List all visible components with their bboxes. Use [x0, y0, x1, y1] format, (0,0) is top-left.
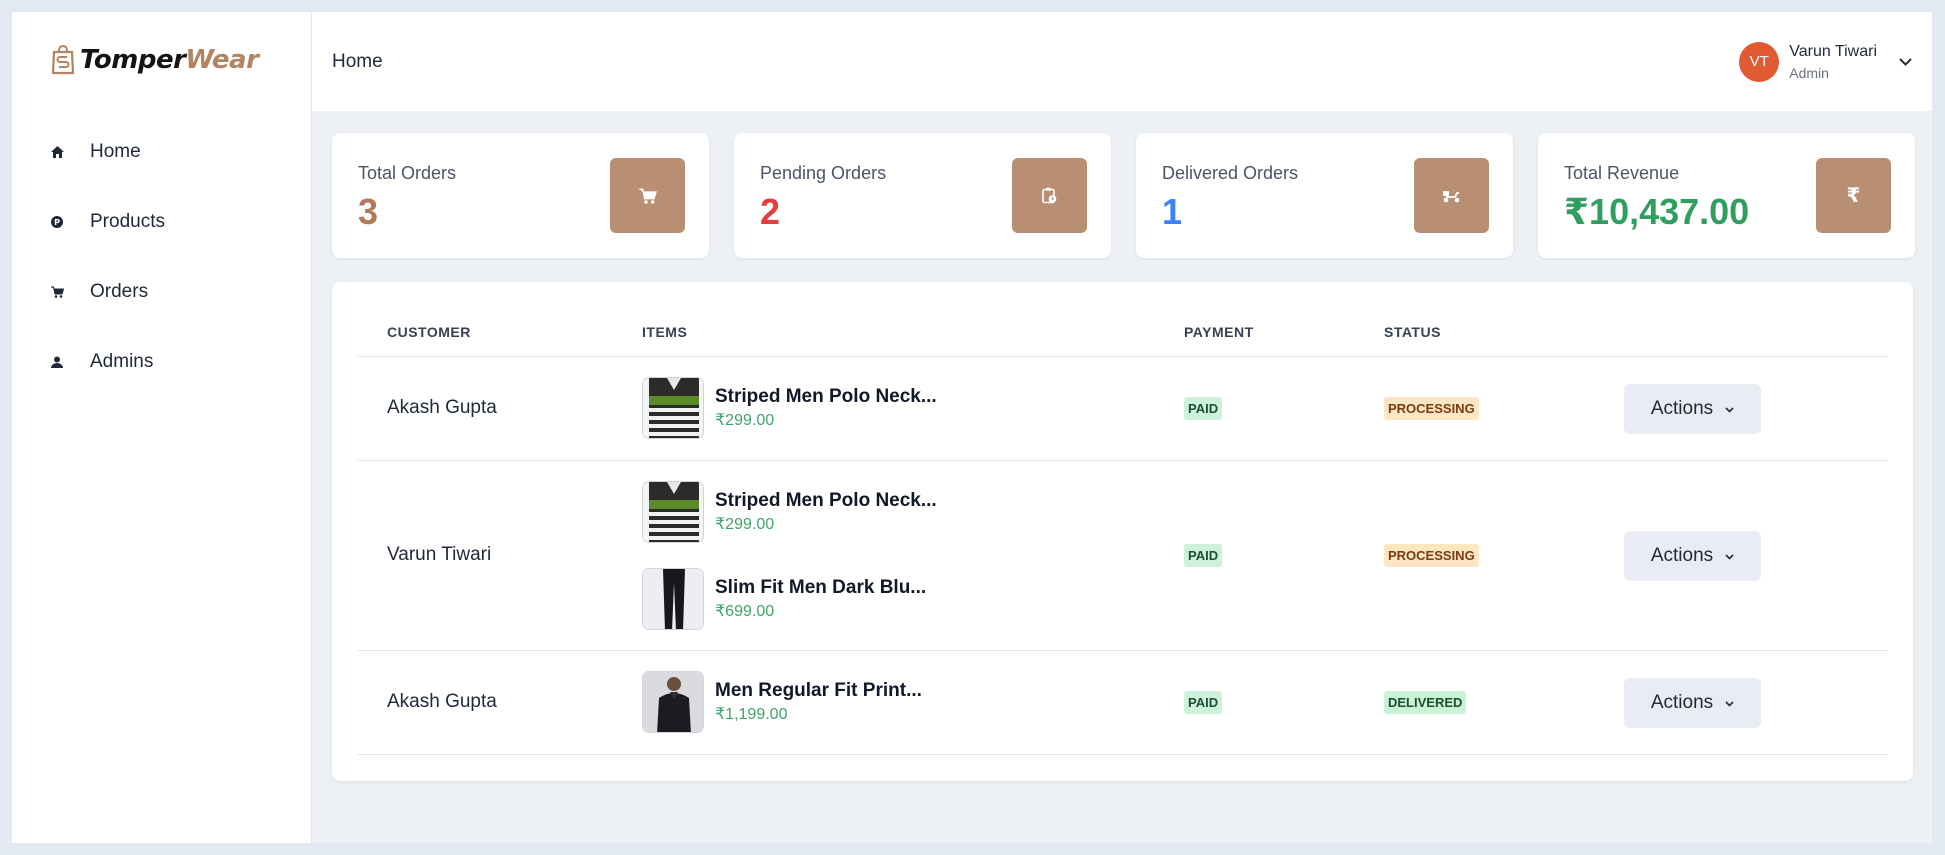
item-name: Men Regular Fit Print... — [715, 680, 922, 701]
customer-name: Akash Gupta — [387, 691, 497, 712]
sidebar-item-admins[interactable]: Admins — [50, 327, 165, 397]
striped-polo-thumbnail — [642, 481, 704, 543]
actions-button[interactable]: Actions — [1624, 531, 1761, 581]
orders-table: CUSTOMER ITEMS PAYMENT STATUS Akash Gupt… — [332, 282, 1913, 781]
order-status-text: PROCESSING — [1384, 397, 1479, 420]
breadcrumb: Home — [332, 50, 383, 72]
brand-name: TomperWear — [80, 45, 259, 75]
user-menu[interactable]: VT Varun Tiwari Admin — [1739, 41, 1912, 83]
stat-title: Pending Orders — [760, 163, 887, 183]
stat-card-total-orders: Total Orders 3 — [332, 133, 709, 258]
stat-value: 1 — [1162, 191, 1183, 232]
payment-status-text: PAID — [1184, 397, 1223, 420]
item-price: ₹299.00 — [715, 412, 775, 429]
sidebar-item-label: Products — [90, 211, 165, 232]
payment-badge: PAID — [1184, 544, 1223, 567]
item-price: ₹699.00 — [715, 603, 775, 620]
stat-title: Delivered Orders — [1162, 163, 1299, 183]
table-row: Varun Tiwari Striped Men Polo Neck... ₹2… — [357, 461, 1888, 651]
order-item[interactable]: Striped Men Polo Neck... ₹299.00 — [642, 377, 937, 439]
table-row: Akash Gupta Striped Men Polo Neck... ₹29… — [357, 357, 1888, 461]
chevron-down-icon — [1725, 549, 1734, 563]
svg-text:P: P — [54, 218, 60, 227]
user-info: Varun Tiwari Admin — [1789, 41, 1877, 83]
striped-polo-thumbnail — [642, 377, 704, 439]
item-price: ₹299.00 — [715, 516, 775, 533]
order-item[interactable]: Slim Fit Men Dark Blu... ₹699.00 — [642, 568, 926, 630]
user-icon — [50, 355, 64, 369]
order-status-text: PROCESSING — [1384, 544, 1479, 567]
actions-button[interactable]: Actions — [1624, 384, 1761, 434]
products-icon: P — [50, 215, 64, 229]
column-header-status: STATUS — [1384, 324, 1441, 340]
topbar: Home VT Varun Tiwari Admin — [312, 12, 1932, 111]
column-header-customer: CUSTOMER — [387, 324, 471, 340]
home-icon — [50, 145, 64, 159]
clipboard-clock-icon — [1012, 158, 1087, 233]
user-role: Admin — [1789, 64, 1829, 81]
black-shirt-thumbnail — [642, 671, 704, 733]
sidebar: TomperWear Home P Products Orders Admins — [12, 12, 312, 843]
item-name: Striped Men Polo Neck... — [715, 386, 937, 407]
avatar: VT — [1739, 41, 1780, 82]
order-item[interactable]: Striped Men Polo Neck... ₹299.00 — [642, 481, 937, 543]
shopping-bag-logo-icon — [51, 45, 75, 75]
chevron-down-icon — [1725, 402, 1734, 416]
actions-label: Actions — [1650, 545, 1714, 566]
cart-icon — [610, 158, 685, 233]
column-header-items: ITEMS — [642, 324, 688, 340]
table-row: Akash Gupta Men Regular Fit Print... ₹1,… — [357, 651, 1888, 755]
item-name: Striped Men Polo Neck... — [715, 490, 937, 511]
chevron-down-icon[interactable] — [1899, 57, 1912, 66]
sidebar-item-home[interactable]: Home — [50, 117, 165, 187]
chevron-down-icon — [1725, 696, 1734, 710]
status-badge: DELIVERED — [1384, 691, 1467, 714]
sidebar-item-label: Home — [90, 141, 141, 162]
stat-card-pending-orders: Pending Orders 2 — [734, 133, 1111, 258]
cart-icon — [50, 285, 64, 299]
sidebar-item-label: Orders — [90, 281, 149, 302]
actions-button[interactable]: Actions — [1624, 678, 1761, 728]
delivery-scooter-icon — [1414, 158, 1489, 233]
actions-label: Actions — [1650, 692, 1714, 713]
status-badge: PROCESSING — [1384, 544, 1479, 567]
table-header: CUSTOMER ITEMS PAYMENT STATUS — [357, 282, 1888, 357]
customer-name: Varun Tiwari — [387, 544, 492, 565]
customer-name: Akash Gupta — [387, 397, 497, 418]
item-price: ₹1,199.00 — [715, 706, 788, 723]
stat-title: Total Revenue — [1564, 163, 1680, 183]
stat-card-total-revenue: Total Revenue ₹10,437.00 ₹ — [1538, 133, 1915, 258]
sidebar-item-label: Admins — [90, 351, 154, 372]
status-badge: PROCESSING — [1384, 397, 1479, 420]
dark-jeans-thumbnail — [642, 568, 704, 630]
order-status-text: DELIVERED — [1384, 691, 1467, 714]
stat-value: 3 — [358, 191, 379, 232]
payment-badge: PAID — [1184, 397, 1223, 420]
stats-cards: Total Orders 3 Pending Orders 2 Delivere… — [332, 133, 1915, 258]
sidebar-item-orders[interactable]: Orders — [50, 257, 165, 327]
sidebar-nav: Home P Products Orders Admins — [50, 132, 165, 397]
payment-status-text: PAID — [1184, 691, 1223, 714]
payment-status-text: PAID — [1184, 544, 1223, 567]
rupee-icon: ₹ — [1816, 158, 1891, 233]
main-content: Home VT Varun Tiwari Admin Total Orders … — [312, 12, 1932, 843]
user-name: Varun Tiwari — [1789, 42, 1877, 60]
stat-value: ₹10,437.00 — [1564, 191, 1750, 232]
stat-card-delivered-orders: Delivered Orders 1 — [1136, 133, 1513, 258]
actions-label: Actions — [1650, 398, 1714, 419]
stat-title: Total Orders — [358, 163, 457, 183]
sidebar-item-products[interactable]: P Products — [50, 187, 165, 257]
order-item[interactable]: Men Regular Fit Print... ₹1,199.00 — [642, 671, 922, 733]
brand-logo[interactable]: TomperWear — [50, 45, 259, 75]
column-header-payment: PAYMENT — [1184, 324, 1254, 340]
app-window: TomperWear Home P Products Orders Admins… — [12, 12, 1932, 843]
payment-badge: PAID — [1184, 691, 1223, 714]
stat-value: 2 — [760, 191, 781, 232]
item-name: Slim Fit Men Dark Blu... — [715, 577, 927, 598]
